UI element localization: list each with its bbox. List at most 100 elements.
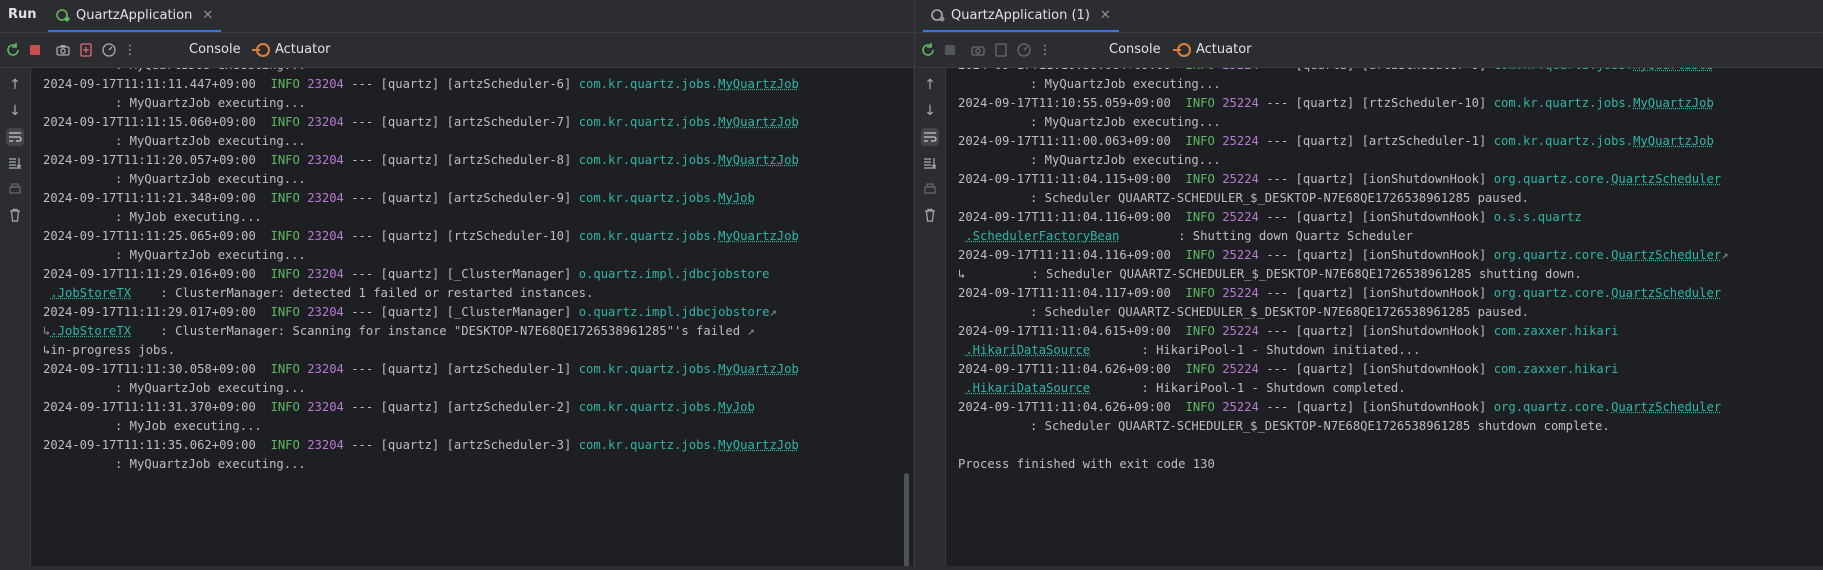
more-options-icon[interactable]: ⋮ bbox=[121, 41, 139, 59]
tab-quartz-application-1[interactable]: QuartzApplication (1) ✕ bbox=[923, 0, 1119, 32]
export-icon[interactable] bbox=[992, 41, 1010, 59]
log-line: : MyQuartzJob executing... bbox=[43, 455, 913, 474]
log-logger-link[interactable]: com.kr.quartz.jobs.MyQuartzJob bbox=[579, 77, 799, 91]
soft-wrap-icon[interactable] bbox=[6, 128, 24, 146]
clear-all-icon[interactable] bbox=[921, 206, 939, 224]
stop-icon[interactable] bbox=[26, 41, 44, 59]
tab-console-label: Console bbox=[189, 42, 241, 57]
logger-package: o.quartz.impl.jdbcjobstore bbox=[578, 267, 770, 281]
log-logger-link[interactable]: com.kr.quartz.jobs.MyQuartzJob bbox=[579, 438, 799, 452]
tab-console[interactable]: Console bbox=[1109, 42, 1161, 57]
log-timestamp: 2024-09-17T11:11:04.626+09:00 bbox=[958, 400, 1171, 414]
log-message: : MyQuartzJob executing... bbox=[115, 457, 306, 471]
log-thread: --- [quartz] [artzScheduler-1] bbox=[1258, 134, 1494, 148]
log-line: : MyQuartzJob executing... bbox=[43, 94, 913, 113]
log-message: : MyQuartzJob executing... bbox=[1030, 77, 1221, 91]
log-logger-link[interactable]: .HikariDataSource bbox=[965, 343, 1090, 357]
log-logger-link[interactable]: o.s.s.quartz bbox=[1494, 210, 1582, 224]
log-logger-link[interactable]: com.zaxxer.hikari bbox=[1494, 362, 1619, 376]
log-logger-link[interactable]: com.kr.quartz.jobs.MyQuartzJob bbox=[579, 115, 799, 129]
tab-actuator[interactable]: Actuator bbox=[252, 42, 331, 57]
close-icon[interactable]: ✕ bbox=[202, 8, 213, 23]
scroll-down-icon[interactable]: ↓ bbox=[6, 102, 24, 120]
rerun-icon[interactable] bbox=[919, 41, 937, 59]
console-scrollbar[interactable] bbox=[904, 473, 909, 570]
log-logger-link[interactable]: org.quartz.core.QuartzScheduler bbox=[1494, 172, 1721, 186]
log-logger-link[interactable]: com.zaxxer.hikari bbox=[1494, 324, 1619, 338]
logger-class: MyQuartzJob bbox=[1633, 68, 1714, 72]
log-line: 2024-09-17T11:11:30.058+09:00 INFO 23204… bbox=[43, 360, 913, 379]
log-logger-link[interactable]: .HikariDataSource bbox=[965, 381, 1090, 395]
log-line: 2024-09-17T11:11:20.057+09:00 INFO 23204… bbox=[43, 151, 913, 170]
log-line: ↳ : Scheduler QUAARTZ-SCHEDULER_$_DESKTO… bbox=[958, 265, 1823, 284]
log-logger-link[interactable]: com.kr.quartz.jobs.MyQuartzJob bbox=[1494, 134, 1714, 148]
console-text: ↳in-progress jobs. bbox=[43, 343, 176, 357]
log-line: : Scheduler QUAARTZ-SCHEDULER_$_DESKTOP-… bbox=[958, 303, 1823, 322]
scroll-down-icon[interactable]: ↓ bbox=[921, 102, 939, 120]
log-line: .HikariDataSource : HikariPool-1 - Shutd… bbox=[958, 341, 1823, 360]
log-thread: --- [quartz] [ionShutdownHook] bbox=[1258, 362, 1494, 376]
profiler-icon[interactable] bbox=[1015, 41, 1033, 59]
log-thread: --- [quartz] [ionShutdownHook] bbox=[1258, 248, 1494, 262]
stop-icon[interactable] bbox=[941, 41, 959, 59]
log-line: : MyQuartzJob executing... bbox=[958, 151, 1823, 170]
log-logger-link[interactable]: org.quartz.core.QuartzScheduler bbox=[1494, 248, 1721, 262]
log-logger-link[interactable]: com.kr.quartz.jobs.MyQuartzJob bbox=[579, 153, 799, 167]
log-pid: 23204 bbox=[307, 362, 344, 376]
log-pid: 25224 bbox=[1222, 96, 1259, 110]
logger-class: MyQuartzJob bbox=[718, 115, 799, 129]
rerun-icon[interactable] bbox=[4, 41, 22, 59]
log-line: : MyQuartzJob executing... bbox=[958, 113, 1823, 132]
log-logger-link[interactable]: o.quartz.impl.jdbcjobstore bbox=[579, 305, 770, 319]
log-logger-link[interactable]: com.kr.quartz.jobs.MyQuartzJob bbox=[1494, 96, 1714, 110]
log-logger-link[interactable]: org.quartz.core.QuartzScheduler bbox=[1494, 400, 1721, 414]
scroll-to-end-icon[interactable] bbox=[6, 154, 24, 172]
print-icon[interactable] bbox=[6, 180, 24, 198]
tab-quartz-application[interactable]: QuartzApplication ✕ bbox=[48, 0, 222, 32]
log-thread: --- [quartz] [rtzScheduler-10] bbox=[1258, 96, 1494, 110]
log-thread: --- [quartz] [ionShutdownHook] bbox=[1258, 172, 1494, 186]
log-line: ↳in-progress jobs. bbox=[43, 341, 913, 360]
log-timestamp: 2024-09-17T11:11:00.063+09:00 bbox=[958, 134, 1171, 148]
camera-icon[interactable] bbox=[54, 41, 72, 59]
log-line: 2024-09-17T11:11:00.063+09:00 INFO 25224… bbox=[958, 132, 1823, 151]
log-logger-link[interactable]: .SchedulerFactoryBean bbox=[965, 229, 1119, 243]
tab-actuator[interactable]: Actuator bbox=[1173, 42, 1252, 57]
export-icon[interactable] bbox=[77, 41, 95, 59]
log-logger-link[interactable]: com.kr.quartz.jobs.MyQuartzJob bbox=[579, 229, 799, 243]
tab-console[interactable]: Console bbox=[189, 42, 241, 57]
logger-package: o.quartz.impl.jdbcjobstore bbox=[578, 305, 770, 319]
scroll-up-icon[interactable]: ↑ bbox=[6, 76, 24, 94]
log-logger-link[interactable]: o.quartz.impl.jdbcjobstore bbox=[579, 267, 770, 281]
run-pane-left: Run QuartzApplication ✕ ⋮ Console Actuat… bbox=[0, 0, 913, 570]
soft-wrap-continuation-icon: ↗ bbox=[740, 324, 755, 338]
log-logger-link[interactable]: com.kr.quartz.jobs.MyQuartzJob bbox=[579, 362, 799, 376]
scroll-up-icon[interactable]: ↑ bbox=[921, 76, 939, 94]
log-logger-link[interactable]: .JobStoreTX bbox=[50, 324, 131, 338]
more-options-icon[interactable]: ⋮ bbox=[1036, 41, 1054, 59]
log-logger-link[interactable]: com.kr.quartz.jobs.MyQuartzJob bbox=[1494, 68, 1714, 72]
profiler-icon[interactable] bbox=[100, 41, 118, 59]
print-icon[interactable] bbox=[921, 180, 939, 198]
log-logger-link[interactable]: com.kr.quartz.jobs.MyJob bbox=[579, 400, 755, 414]
close-icon[interactable]: ✕ bbox=[1100, 8, 1111, 23]
log-level: INFO bbox=[270, 77, 300, 91]
log-line: .HikariDataSource : HikariPool-1 - Shutd… bbox=[958, 379, 1823, 398]
log-line: 2024-09-17T11:11:31.370+09:00 INFO 23204… bbox=[43, 398, 913, 417]
clear-all-icon[interactable] bbox=[6, 206, 24, 224]
log-logger-link[interactable]: .JobStoreTX bbox=[50, 286, 131, 300]
logger-package: org.quartz.core. bbox=[1493, 172, 1612, 186]
logger-package: com.zaxxer.hikari bbox=[1493, 324, 1619, 338]
log-logger-link[interactable]: org.quartz.core.QuartzScheduler bbox=[1494, 286, 1721, 300]
console-output[interactable]: 2024-09-17T11:10:50.064+09:00 INFO 25224… bbox=[946, 68, 1823, 570]
scroll-to-end-icon[interactable] bbox=[921, 154, 939, 172]
camera-icon[interactable] bbox=[969, 41, 987, 59]
soft-wrap-icon[interactable] bbox=[921, 128, 939, 146]
log-timestamp: 2024-09-17T11:11:04.615+09:00 bbox=[958, 324, 1171, 338]
logger-package: com.zaxxer.hikari bbox=[1493, 362, 1619, 376]
log-logger-link[interactable]: com.kr.quartz.jobs.MyJob bbox=[579, 191, 755, 205]
console-side-toolbar: ↑ ↓ bbox=[0, 68, 31, 570]
console-output[interactable]: : MyQuartzJob executing... 2024-09-17T11:… bbox=[31, 68, 913, 570]
logger-class: MyQuartzJob bbox=[718, 77, 799, 91]
log-message: : MyQuartzJob executing... bbox=[115, 96, 306, 110]
